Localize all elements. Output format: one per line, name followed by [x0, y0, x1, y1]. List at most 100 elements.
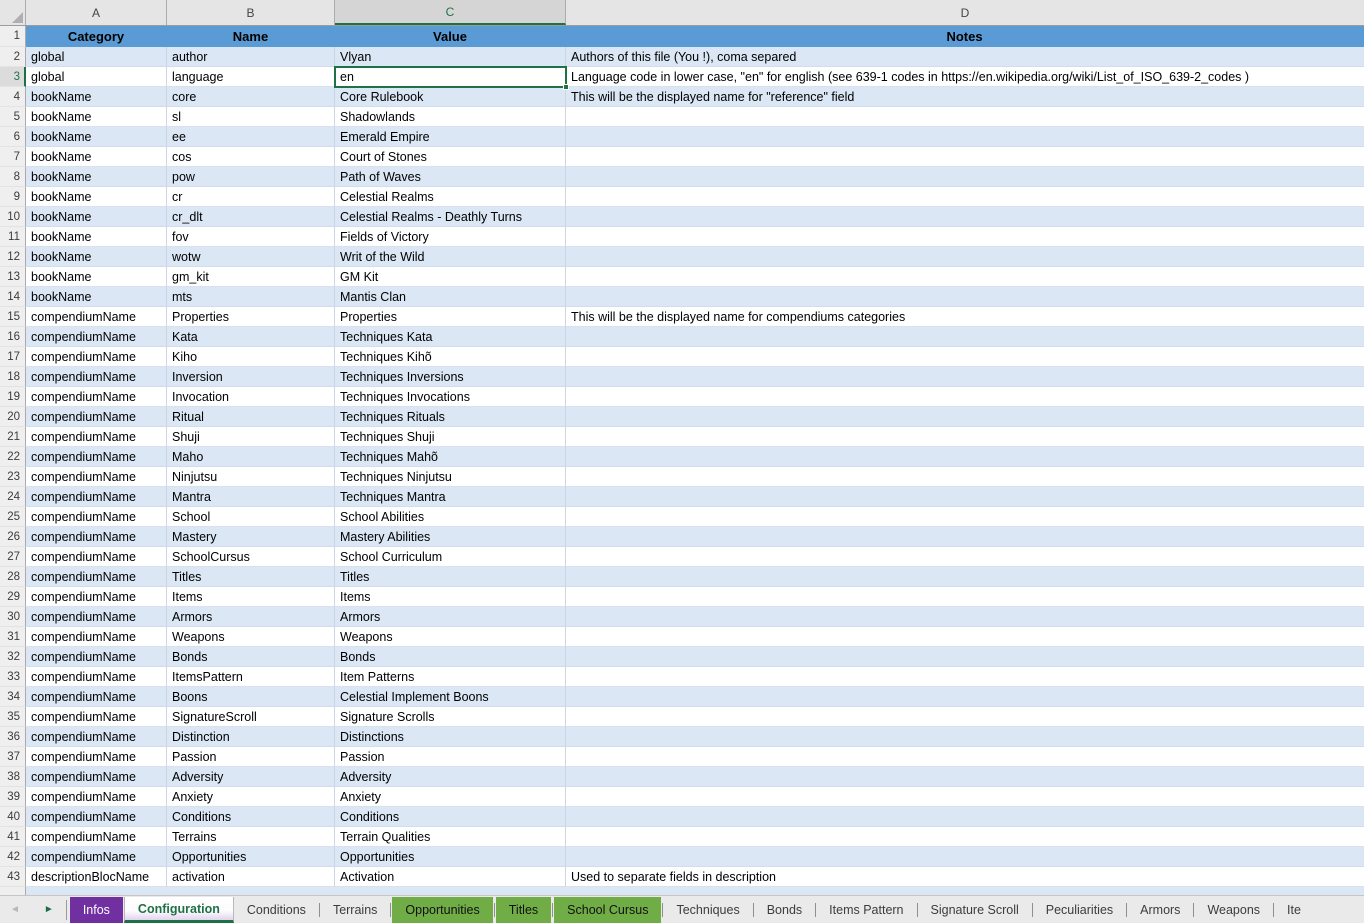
sheet-tab-terrains[interactable]: Terrains [320, 896, 390, 923]
cell-A1[interactable]: Category [26, 26, 167, 47]
cell-C6[interactable]: Emerald Empire [335, 127, 566, 147]
cell-C23[interactable]: Techniques Ninjutsu [335, 467, 566, 487]
cell-B29[interactable]: Items [167, 587, 335, 607]
cell-C36[interactable]: Distinctions [335, 727, 566, 747]
sheet-tab-opportunities[interactable]: Opportunities [392, 897, 492, 923]
column-header-b[interactable]: B [167, 0, 335, 25]
row-header-3[interactable]: 3 [0, 67, 26, 87]
sheet-tab-school-cursus[interactable]: School Cursus [554, 897, 661, 923]
cell-C20[interactable]: Techniques Rituals [335, 407, 566, 427]
sheet-tab-bonds[interactable]: Bonds [754, 896, 815, 923]
cell-D40[interactable] [566, 807, 1364, 827]
cell-C14[interactable]: Mantis Clan [335, 287, 566, 307]
row-header-15[interactable]: 15 [0, 307, 26, 327]
cell-C41[interactable]: Terrain Qualities [335, 827, 566, 847]
row-header-39[interactable]: 39 [0, 787, 26, 807]
cell-C3[interactable]: en [335, 67, 566, 87]
cell-C29[interactable]: Items [335, 587, 566, 607]
cell-B22[interactable]: Maho [167, 447, 335, 467]
cell-A2[interactable]: global [26, 47, 167, 67]
cell-A19[interactable]: compendiumName [26, 387, 167, 407]
row-header-2[interactable]: 2 [0, 47, 26, 67]
cell-C21[interactable]: Techniques Shuji [335, 427, 566, 447]
row-header-38[interactable]: 38 [0, 767, 26, 787]
cell-C26[interactable]: Mastery Abilities [335, 527, 566, 547]
cell-C13[interactable]: GM Kit [335, 267, 566, 287]
cell-B15[interactable]: Properties [167, 307, 335, 327]
row-header-26[interactable]: 26 [0, 527, 26, 547]
cell-D10[interactable] [566, 207, 1364, 227]
cell-C12[interactable]: Writ of the Wild [335, 247, 566, 267]
cell-B13[interactable]: gm_kit [167, 267, 335, 287]
row-header-33[interactable]: 33 [0, 667, 26, 687]
row-header-20[interactable]: 20 [0, 407, 26, 427]
column-header-a[interactable]: A [26, 0, 167, 25]
cell-B40[interactable]: Conditions [167, 807, 335, 827]
row-header-4[interactable]: 4 [0, 87, 26, 107]
row-header-17[interactable]: 17 [0, 347, 26, 367]
column-header-d[interactable]: D [566, 0, 1364, 25]
cell-B33[interactable]: ItemsPattern [167, 667, 335, 687]
cell-D30[interactable] [566, 607, 1364, 627]
cell-B24[interactable]: Mantra [167, 487, 335, 507]
cell-A14[interactable]: bookName [26, 287, 167, 307]
cell-D11[interactable] [566, 227, 1364, 247]
cell-B39[interactable]: Anxiety [167, 787, 335, 807]
cell-D23[interactable] [566, 467, 1364, 487]
cell-D2[interactable]: Authors of this file (You !), coma separ… [566, 47, 1364, 67]
cell-D22[interactable] [566, 447, 1364, 467]
cell-A30[interactable]: compendiumName [26, 607, 167, 627]
cell-A40[interactable]: compendiumName [26, 807, 167, 827]
cell-A34[interactable]: compendiumName [26, 687, 167, 707]
cell-C38[interactable]: Adversity [335, 767, 566, 787]
row-header-18[interactable]: 18 [0, 367, 26, 387]
cell-C18[interactable]: Techniques Inversions [335, 367, 566, 387]
cell-C27[interactable]: School Curriculum [335, 547, 566, 567]
cell-A13[interactable]: bookName [26, 267, 167, 287]
cell-D19[interactable] [566, 387, 1364, 407]
cell-A28[interactable]: compendiumName [26, 567, 167, 587]
cell-B1[interactable]: Name [167, 26, 335, 47]
cell-D43[interactable]: Used to separate fields in description [566, 867, 1364, 887]
cell-D41[interactable] [566, 827, 1364, 847]
cell-C4[interactable]: Core Rulebook [335, 87, 566, 107]
cell-D27[interactable] [566, 547, 1364, 567]
cell-A24[interactable]: compendiumName [26, 487, 167, 507]
cell-D25[interactable] [566, 507, 1364, 527]
cell-A42[interactable]: compendiumName [26, 847, 167, 867]
cell-B25[interactable]: School [167, 507, 335, 527]
row-header-31[interactable]: 31 [0, 627, 26, 647]
row-header-22[interactable]: 22 [0, 447, 26, 467]
cell-D31[interactable] [566, 627, 1364, 647]
cell-D29[interactable] [566, 587, 1364, 607]
cell-C25[interactable]: School Abilities [335, 507, 566, 527]
cell-B34[interactable]: Boons [167, 687, 335, 707]
cell-C35[interactable]: Signature Scrolls [335, 707, 566, 727]
cell-D9[interactable] [566, 187, 1364, 207]
cell-B36[interactable]: Distinction [167, 727, 335, 747]
row-header-25[interactable]: 25 [0, 507, 26, 527]
sheet-tab-armors[interactable]: Armors [1127, 896, 1193, 923]
cell-C33[interactable]: Item Patterns [335, 667, 566, 687]
cell-C37[interactable]: Passion [335, 747, 566, 767]
cell-D35[interactable] [566, 707, 1364, 727]
row-header-36[interactable]: 36 [0, 727, 26, 747]
row-header-21[interactable]: 21 [0, 427, 26, 447]
cell-C32[interactable]: Bonds [335, 647, 566, 667]
cell-D38[interactable] [566, 767, 1364, 787]
row-header-5[interactable]: 5 [0, 107, 26, 127]
cell-B35[interactable]: SignatureScroll [167, 707, 335, 727]
cell-A12[interactable]: bookName [26, 247, 167, 267]
cell-A6[interactable]: bookName [26, 127, 167, 147]
cell-D26[interactable] [566, 527, 1364, 547]
cell-C2[interactable]: Vlyan [335, 47, 566, 67]
cell-C22[interactable]: Techniques Mahõ [335, 447, 566, 467]
cell-A41[interactable]: compendiumName [26, 827, 167, 847]
cell-C34[interactable]: Celestial Implement Boons [335, 687, 566, 707]
sheet-tab-configuration[interactable]: Configuration [124, 897, 234, 923]
cell-A16[interactable]: compendiumName [26, 327, 167, 347]
cell-A27[interactable]: compendiumName [26, 547, 167, 567]
cell-A29[interactable]: compendiumName [26, 587, 167, 607]
cell-A10[interactable]: bookName [26, 207, 167, 227]
row-header-32[interactable]: 32 [0, 647, 26, 667]
